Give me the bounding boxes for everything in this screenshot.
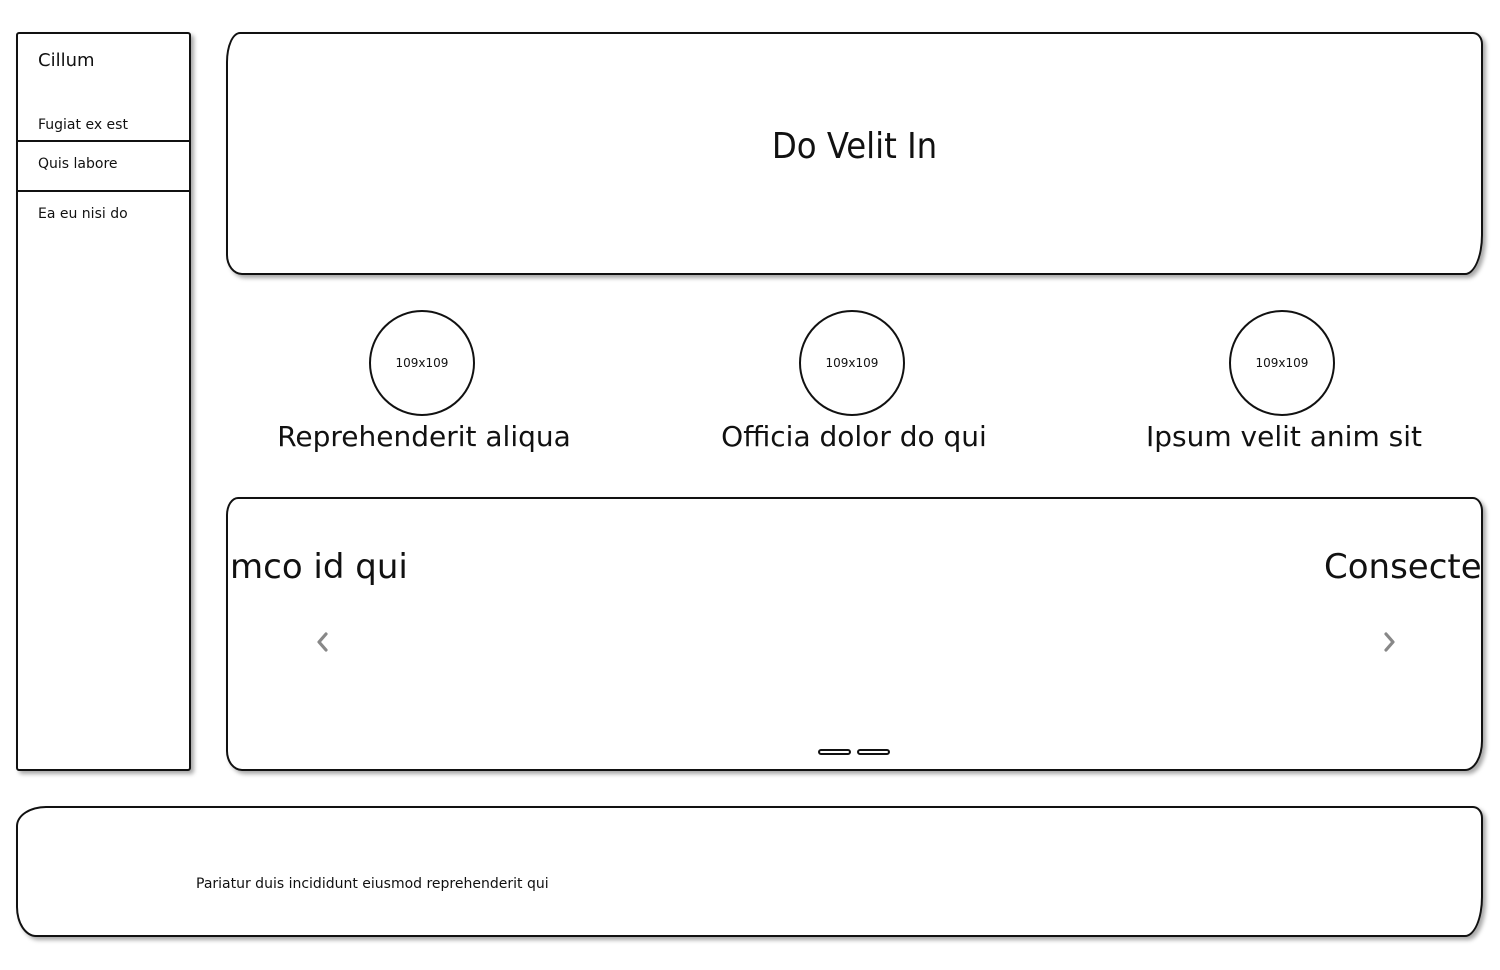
carousel-next-button[interactable] (1380, 627, 1400, 657)
carousel-slide-text-next: Consectet (1324, 547, 1483, 587)
feature-image-placeholder: 109x109 (1229, 310, 1335, 416)
carousel-indicator[interactable] (818, 749, 851, 755)
carousel-indicator[interactable] (857, 749, 890, 755)
feature-item: 109x109 Officia dolor do qui (694, 310, 1014, 470)
sidebar-item-label: Fugiat ex est (38, 117, 128, 133)
page-title: Do Velit In (771, 126, 938, 167)
carousel-prev-button[interactable] (312, 627, 332, 657)
feature-image-placeholder: 109x109 (369, 310, 475, 416)
sidebar-item-label: Ea eu nisi do (38, 206, 128, 222)
feature-caption: Reprehenderit aliqua (277, 420, 571, 453)
sidebar-item-quis[interactable]: Quis labore (18, 140, 189, 190)
carousel-slide-text-prev: mco id qui (230, 547, 408, 587)
header-banner: Do Velit In (226, 32, 1483, 275)
feature-caption: Officia dolor do qui (721, 420, 987, 453)
feature-caption: Ipsum velit anim sit (1146, 420, 1422, 453)
image-size-label: 109x109 (1255, 356, 1309, 370)
carousel-indicators (818, 749, 890, 755)
footer-text: Pariatur duis incididunt eiusmod reprehe… (196, 876, 549, 892)
chevron-left-icon (317, 632, 328, 652)
feature-item: 109x109 Reprehenderit aliqua (264, 310, 584, 470)
sidebar-nav: Cillum Fugiat ex est Quis labore Ea eu n… (16, 32, 191, 771)
image-size-label: 109x109 (395, 356, 449, 370)
carousel: mco id qui Consectet (226, 497, 1483, 771)
footer: Pariatur duis incididunt eiusmod reprehe… (16, 806, 1483, 937)
feature-item: 109x109 Ipsum velit anim sit (1124, 310, 1444, 470)
chevron-right-icon (1384, 632, 1395, 652)
sidebar-item-label: Quis labore (38, 156, 118, 172)
sidebar-item-ea[interactable]: Ea eu nisi do (18, 190, 189, 240)
feature-image-placeholder: 109x109 (799, 310, 905, 416)
image-size-label: 109x109 (825, 356, 879, 370)
sidebar-title: Cillum (38, 50, 95, 71)
